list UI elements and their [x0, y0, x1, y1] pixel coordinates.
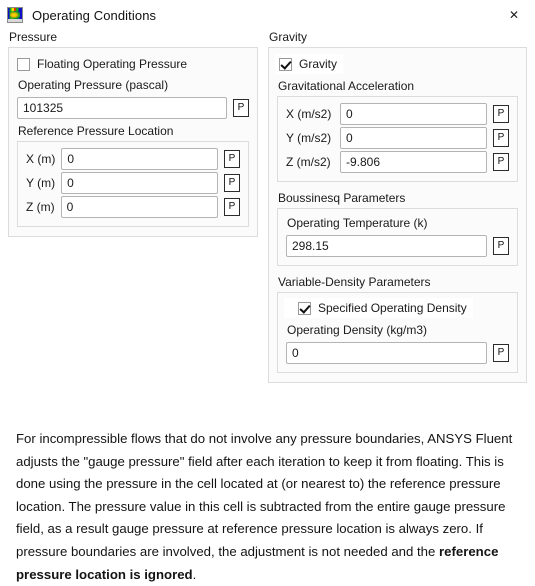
reference-pressure-z-row: Z (m) P: [26, 196, 240, 218]
floating-operating-pressure-row[interactable]: Floating Operating Pressure: [17, 55, 249, 73]
reference-pressure-y-row: Y (m) P: [26, 172, 240, 194]
gravity-checkbox[interactable]: [279, 57, 292, 71]
reference-pressure-z-parameter-button[interactable]: P: [224, 198, 240, 216]
dialog-body: Pressure Floating Operating Pressure Ope…: [0, 30, 535, 383]
operating-pressure-label: Operating Pressure (pascal): [18, 78, 169, 92]
specified-operating-density-checkbox[interactable]: [298, 301, 311, 315]
boussinesq-group-label: Boussinesq Parameters: [278, 191, 406, 205]
gravity-z-parameter-button[interactable]: P: [493, 153, 509, 171]
operating-pressure-row: P: [17, 97, 249, 119]
floating-operating-pressure-checkbox[interactable]: [17, 57, 30, 71]
reference-pressure-x-row: X (m) P: [26, 148, 240, 170]
reference-pressure-x-input[interactable]: [61, 148, 218, 170]
operating-temperature-parameter-button[interactable]: P: [493, 237, 509, 255]
gravity-x-label: X (m/s2): [286, 107, 332, 121]
close-icon[interactable]: ✕: [499, 3, 529, 27]
reference-pressure-y-label: Y (m): [26, 176, 56, 190]
gravity-panel: Gravity Gravitational Acceleration X (m/…: [268, 47, 527, 383]
operating-density-label: Operating Density (kg/m3): [287, 323, 428, 337]
window-title: Operating Conditions: [32, 7, 157, 23]
gravity-toggle-label: Gravity: [299, 57, 338, 71]
reference-pressure-location-label: Reference Pressure Location: [18, 124, 174, 138]
fluent-app-icon: [7, 7, 23, 23]
operating-density-input[interactable]: [286, 342, 487, 364]
reference-pressure-x-label: X (m): [26, 152, 56, 166]
floating-operating-pressure-label: Floating Operating Pressure: [37, 57, 188, 71]
operating-temperature-row: P: [286, 235, 509, 257]
gravity-column: Gravity Gravity Gravitational Accelerati…: [268, 30, 527, 383]
pressure-panel: Floating Operating Pressure Operating Pr…: [8, 47, 258, 237]
gravity-x-row: X (m/s2) P: [286, 103, 509, 125]
variable-density-panel: Specified Operating Density Operating De…: [277, 292, 518, 373]
operating-pressure-parameter-button[interactable]: P: [233, 99, 249, 117]
operating-density-parameter-button[interactable]: P: [493, 344, 509, 362]
boussinesq-panel: Operating Temperature (k) P: [277, 208, 518, 266]
gravity-toggle-row[interactable]: Gravity: [275, 54, 344, 74]
specified-operating-density-label: Specified Operating Density: [318, 301, 467, 315]
variable-density-group-label: Variable-Density Parameters: [278, 275, 431, 289]
operating-temperature-label: Operating Temperature (k): [287, 216, 428, 230]
pressure-column: Pressure Floating Operating Pressure Ope…: [8, 30, 258, 237]
description-part2: .: [192, 566, 197, 582]
gravity-group-label: Gravity: [269, 30, 308, 44]
reference-pressure-y-input[interactable]: [61, 172, 218, 194]
operating-temperature-input[interactable]: [286, 235, 487, 257]
gravitational-acceleration-panel: X (m/s2) P Y (m/s2) P Z (m/s2) P: [277, 96, 518, 182]
reference-pressure-location-panel: X (m) P Y (m) P Z (m) P: [17, 141, 249, 227]
gravity-z-row: Z (m/s2) P: [286, 151, 509, 173]
reference-pressure-z-input[interactable]: [60, 196, 218, 218]
gravity-z-label: Z (m/s2): [286, 155, 331, 169]
gravity-x-input[interactable]: [340, 103, 487, 125]
specified-operating-density-row[interactable]: Specified Operating Density: [284, 298, 473, 318]
gravitational-acceleration-label: Gravitational Acceleration: [278, 79, 415, 93]
operating-pressure-input[interactable]: [17, 97, 227, 119]
description-part1: For incompressible flows that do not inv…: [16, 431, 513, 559]
window-titlebar: Operating Conditions ✕: [0, 0, 535, 30]
description-text: For incompressible flows that do not inv…: [16, 428, 521, 586]
gravity-x-parameter-button[interactable]: P: [493, 105, 509, 123]
reference-pressure-z-label: Z (m): [26, 200, 55, 214]
gravity-y-label: Y (m/s2): [286, 131, 332, 145]
gravity-y-row: Y (m/s2) P: [286, 127, 509, 149]
gravity-y-input[interactable]: [340, 127, 487, 149]
gravity-z-input[interactable]: [340, 151, 487, 173]
pressure-group-label: Pressure: [9, 30, 58, 44]
reference-pressure-x-parameter-button[interactable]: P: [224, 150, 240, 168]
gravity-y-parameter-button[interactable]: P: [493, 129, 509, 147]
reference-pressure-y-parameter-button[interactable]: P: [224, 174, 240, 192]
operating-density-row: P: [286, 342, 509, 364]
